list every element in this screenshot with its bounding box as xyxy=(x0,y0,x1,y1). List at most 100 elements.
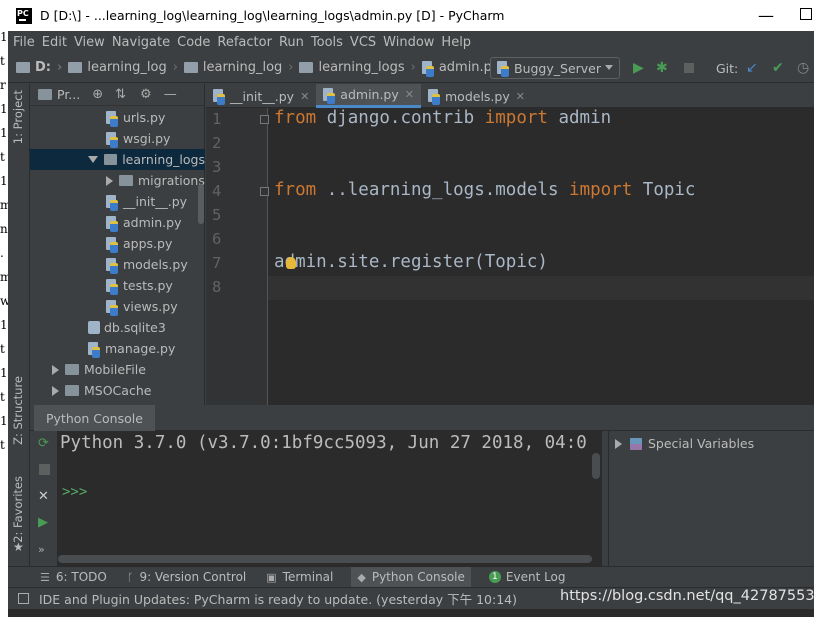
tab-admin-py[interactable]: admin.py ✕ xyxy=(316,84,421,108)
lightbulb-icon[interactable] xyxy=(286,257,296,269)
close-icon[interactable]: ✕ xyxy=(38,489,49,504)
background-glyph: t xyxy=(0,438,5,452)
run-configuration-select[interactable]: Buggy_Server xyxy=(490,57,620,79)
hide-icon[interactable]: — xyxy=(164,87,177,102)
tree-item[interactable]: views.py xyxy=(30,296,205,317)
collapse-all-icon[interactable]: ⇅ xyxy=(115,87,126,102)
code-editor[interactable]: 1 2 3 4 5 6 7 8 from django.contrib import admi… xyxy=(206,108,814,405)
close-icon[interactable]: ✕ xyxy=(516,90,525,103)
menu-item-refactor[interactable]: Refactor xyxy=(217,35,272,50)
console-output[interactable]: Python 3.7.0 (v3.7.0:1bf9cc5093, Jun 27 … xyxy=(58,431,602,566)
tree-item[interactable]: admin.py xyxy=(30,212,205,233)
tool-tab-9-version-control[interactable]: ᚴ 9: Version Control xyxy=(125,567,248,588)
tree-item[interactable]: MSOCache xyxy=(30,380,205,401)
history-icon[interactable]: ◷ xyxy=(797,60,809,76)
chevron-down-icon xyxy=(605,65,613,70)
run-icon[interactable]: ▶ xyxy=(633,60,644,76)
tree-item-label: apps.py xyxy=(123,236,173,251)
tree-item[interactable]: models.py xyxy=(30,254,205,275)
tree-item[interactable]: migrations xyxy=(30,170,205,191)
status-message[interactable]: IDE and Plugin Updates: PyCharm is ready… xyxy=(39,589,517,608)
tool-windows-toggle-icon[interactable] xyxy=(18,593,29,604)
version-control-icon: ᚴ xyxy=(126,570,134,584)
tab-favorites[interactable]: 2: Favorites xyxy=(11,476,25,543)
close-icon[interactable]: ✕ xyxy=(300,90,309,103)
menu-item-edit[interactable]: Edit xyxy=(42,35,67,50)
tab-project[interactable]: 1: Project xyxy=(11,90,25,144)
gear-icon[interactable]: ⚙ xyxy=(140,87,152,102)
breadcrumb-item-drive[interactable]: D: › xyxy=(16,60,62,75)
rerun-icon[interactable]: ⟳ xyxy=(38,436,49,451)
tool-tab-python-console[interactable]: ◆ Python Console xyxy=(351,566,471,588)
tree-item[interactable]: manage.py xyxy=(30,338,205,359)
tree-item-label: urls.py xyxy=(123,110,166,125)
chevron-right-icon[interactable] xyxy=(52,364,59,375)
tree-item[interactable]: apps.py xyxy=(30,233,205,254)
tree-scrollbar[interactable] xyxy=(198,184,204,224)
menu-item-help[interactable]: Help xyxy=(441,35,471,50)
menu-item-run[interactable]: Run xyxy=(279,35,304,50)
tree-item[interactable]: __init__.py xyxy=(30,191,205,212)
tree-item[interactable]: db.sqlite3 xyxy=(30,317,205,338)
tree-item-label: __init__.py xyxy=(123,194,188,209)
menu-item-vcs[interactable]: VCS xyxy=(350,35,376,50)
locate-icon[interactable]: ⊕ xyxy=(92,87,103,102)
more-icon[interactable]: » xyxy=(38,543,45,556)
special-variables-label: Special Variables xyxy=(648,436,755,451)
maximize-icon[interactable] xyxy=(800,8,812,20)
stop-icon[interactable] xyxy=(39,464,50,475)
menu-item-tools[interactable]: Tools xyxy=(311,35,343,50)
fold-marker-icon[interactable] xyxy=(260,187,269,196)
console-tab-bar: Python Console xyxy=(30,405,814,431)
menu-item-view[interactable]: View xyxy=(74,35,105,50)
tree-item[interactable]: wsgi.py xyxy=(30,128,205,149)
background-glyph: r xyxy=(0,78,6,92)
execute-icon[interactable]: ▶ xyxy=(38,515,48,530)
tool-tab-6-todo[interactable]: ☰ 6: TODO xyxy=(38,567,109,588)
current-line-highlight xyxy=(268,276,814,300)
chevron-down-icon[interactable] xyxy=(88,156,98,163)
tree-item[interactable]: learning_logs xyxy=(30,149,205,170)
menu-item-window[interactable]: Window xyxy=(383,35,434,50)
tab-python-console[interactable]: Python Console xyxy=(34,405,155,431)
chevron-right-icon[interactable] xyxy=(106,175,113,186)
tree-item[interactable]: tests.py xyxy=(30,275,205,296)
close-icon[interactable]: ✕ xyxy=(405,88,414,101)
tree-item[interactable]: MobileFile xyxy=(30,359,205,380)
breadcrumb-item-learning-logs[interactable]: learning_logs › xyxy=(299,60,416,75)
tool-tab-event-log[interactable]: 1 Event Log xyxy=(487,567,568,588)
console-horizontal-scrollbar[interactable] xyxy=(58,555,592,563)
tab-models-py[interactable]: models.py ✕ xyxy=(421,84,532,108)
chevron-right-icon[interactable] xyxy=(52,385,59,396)
breadcrumb-item-learning-log[interactable]: learning_log › xyxy=(68,60,178,75)
keyword-token: from xyxy=(274,108,317,128)
console-banner: Python 3.7.0 (v3.7.0:1bf9cc5093, Jun 27 … xyxy=(60,433,587,453)
tab-init-py[interactable]: __init__.py ✕ xyxy=(206,84,316,108)
special-variables-node[interactable]: Special Variables xyxy=(615,436,754,451)
debug-icon[interactable]: ✱ xyxy=(656,60,668,76)
menu-item-navigate[interactable]: Navigate xyxy=(112,35,170,50)
pycharm-window: PC D [D:\] - ...learning_log\learning_lo… xyxy=(8,0,814,617)
console-vertical-scrollbar[interactable] xyxy=(592,453,600,479)
tree-item-label: migrations xyxy=(138,173,205,188)
folder-icon xyxy=(104,154,118,165)
menu-item-file[interactable]: File xyxy=(13,35,35,50)
pycharm-logo-icon: PC xyxy=(16,7,32,24)
git-update-icon[interactable]: ↙ xyxy=(746,60,758,76)
breadcrumb-item-learning-log-inner[interactable]: learning_log › xyxy=(183,60,293,75)
stop-icon[interactable] xyxy=(684,63,694,73)
tool-tab-terminal[interactable]: ▣ Terminal xyxy=(264,567,335,588)
project-panel-title[interactable]: Pr... xyxy=(57,87,80,102)
tab-structure[interactable]: Z: Structure xyxy=(11,376,25,445)
tree-item[interactable]: urls.py xyxy=(30,107,205,128)
minimize-icon[interactable]: — xyxy=(758,6,774,25)
git-commit-icon[interactable]: ✔ xyxy=(772,60,784,76)
left-tool-stripe: 1: Project Z: Structure 2: Favorites ★ xyxy=(8,84,30,566)
project-panel: Pr... ⊕ ⇅ ⚙ — urls.py wsgi.py learning_log… xyxy=(30,84,205,405)
fold-marker-icon[interactable] xyxy=(260,115,269,124)
folder-icon xyxy=(16,62,30,73)
line-number: 6 xyxy=(212,230,222,248)
python-file-icon xyxy=(497,61,510,77)
menu-item-code[interactable]: Code xyxy=(177,35,210,50)
project-icon xyxy=(38,89,52,100)
